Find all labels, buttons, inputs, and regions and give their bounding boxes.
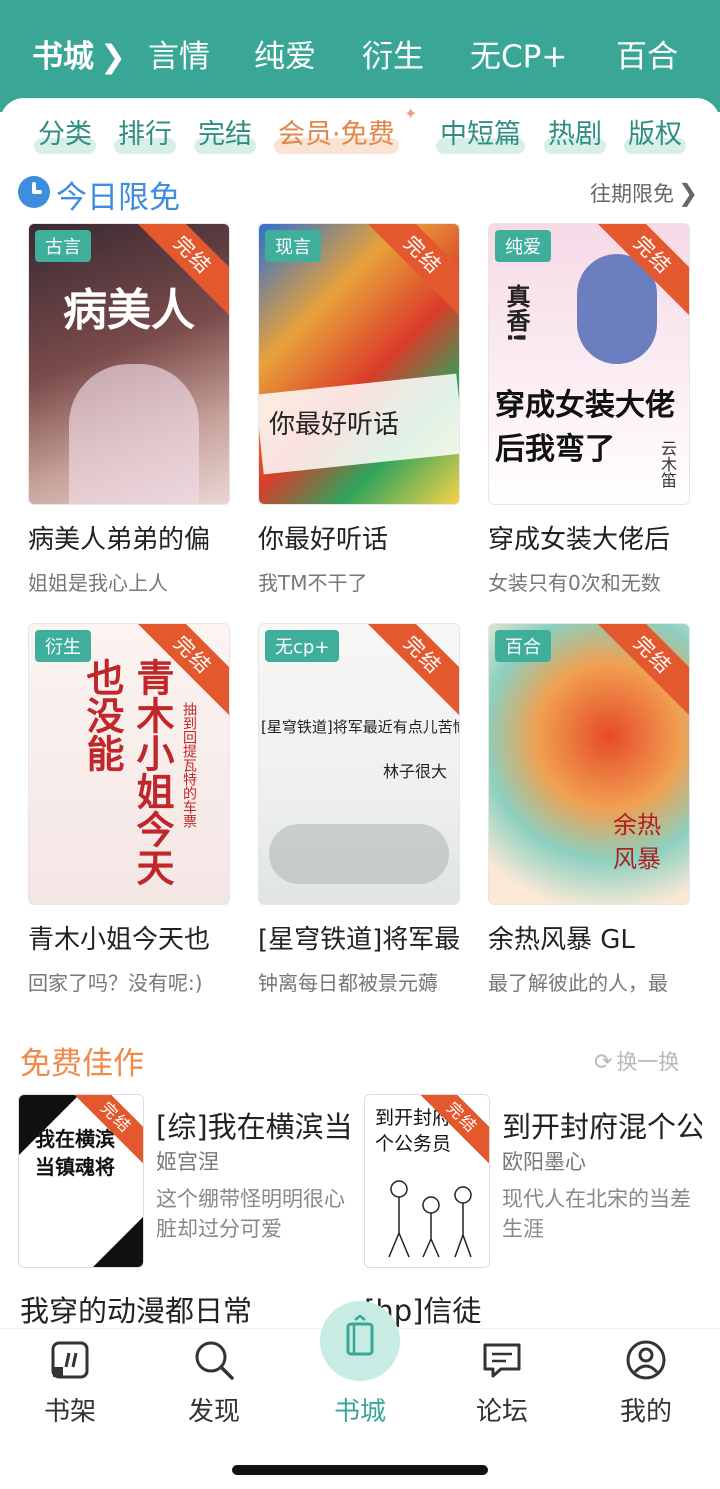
chip-finished[interactable]: 完结 [194, 112, 256, 156]
tab-bookstore[interactable]: 书城 ❯ [32, 31, 126, 76]
book-icon [346, 1315, 374, 1356]
cover-title: 你最好听话 [269, 410, 400, 440]
chevron-right-icon: ❯ [100, 38, 126, 75]
book-cover[interactable]: 衍生 完结 青木小姐今天也没能 抽到回提瓦特的车票 [28, 623, 230, 905]
genre-tag: 古言 [35, 230, 91, 262]
chip-hot-drama[interactable]: 热剧 [544, 112, 606, 156]
section-title-limited-free: 今日限免 [56, 180, 180, 216]
section-title-free-works: 免费佳作 [20, 1046, 144, 1082]
bookshelf-icon [51, 1341, 89, 1379]
book-desc: 回家了吗？没有呢:) [28, 971, 203, 995]
app-page: 书城 ❯ 言情 纯爱 衍生 无CP+ 百合 分类 排行 完结 会员·免费 ✦ 中短… [0, 0, 720, 1489]
nav-label: 书架 [43, 1397, 96, 1427]
book-desc: 钟离每日都被景元薅 [258, 971, 438, 995]
book-card[interactable]: 现言 完结 你最好听话 你最好听话 我TM不干了 [258, 223, 460, 595]
free-book-card[interactable]: 完结 到开封府混个公务员 到开封府混个公 欧阳墨心 现代人在北宋的当差生涯 [364, 1094, 704, 1274]
nav-label: 书城 [333, 1397, 386, 1427]
clock-icon [18, 176, 50, 208]
cover-author: 云木笛 [658, 440, 677, 488]
book-title: [综]我在横滨当 [156, 1110, 353, 1144]
genre-tag: 无cp+ [265, 630, 340, 662]
book-title: 到开封府混个公 [502, 1110, 702, 1144]
nav-bookstore[interactable]: 书城 [310, 1315, 410, 1439]
cover-subtitle: 真香! [502, 284, 530, 343]
refresh-button[interactable]: ⟳ 换一换 [594, 1046, 679, 1076]
main-content: 分类 排行 完结 会员·免费 ✦ 中短篇 热剧 版权 今日限免 往期限免 ❯ 古言… [0, 98, 720, 1338]
book-author: 欧阳墨心 [502, 1150, 586, 1174]
cover-author: 林子很大 [383, 762, 448, 781]
book-desc: 我TM不干了 [258, 571, 368, 595]
tab-romance[interactable]: 言情 [148, 31, 210, 76]
user-icon [626, 1340, 666, 1380]
book-cover[interactable]: 古言 完结 病美人 [28, 223, 230, 505]
book-title[interactable]: 我穿的动漫都日常 [20, 1288, 252, 1330]
book-cover[interactable]: 纯爱 完结 真香! 穿成女装大佬后我弯了 云木笛 [488, 223, 690, 505]
free-book-card[interactable]: 完结 我在横滨当镇魂将 [综]我在横滨当 姬宫涅 这个绷带怪明明很心脏却过分可爱 [18, 1094, 358, 1274]
tab-derivative[interactable]: 衍生 [362, 31, 424, 76]
book-card[interactable]: 古言 完结 病美人 病美人弟弟的偏 姐姐是我心上人 [28, 223, 230, 595]
refresh-icon: ⟳ [594, 1050, 613, 1075]
chip-short[interactable]: 中短篇 [436, 112, 525, 156]
book-desc: 最了解彼此的人，最 [488, 971, 668, 995]
genre-tag: 百合 [495, 630, 551, 662]
book-card[interactable]: 衍生 完结 青木小姐今天也没能 抽到回提瓦特的车票 青木小姐今天也 回家了吗？没… [28, 623, 230, 995]
finished-ribbon: 完结 [591, 624, 689, 717]
book-title: 穿成女装大佬后 [488, 525, 671, 555]
nav-discover[interactable]: 发现 [164, 1329, 264, 1439]
home-indicator [232, 1465, 488, 1475]
book-desc: 女装只有0次和无数 [488, 571, 661, 595]
genre-tag: 现言 [265, 230, 321, 262]
book-title: 你最好听话 [258, 525, 389, 555]
chip-category[interactable]: 分类 [34, 112, 96, 156]
nav-label: 发现 [187, 1397, 240, 1427]
tab-label: 书城 [32, 38, 94, 75]
sparkle-icon: ✦ [404, 104, 418, 123]
bottom-nav-bar: 书架 发现 书城 论坛 我的 [0, 1301, 720, 1489]
cover-subtitle: 抽到回提瓦特的车票 [181, 702, 197, 828]
chip-vip-free[interactable]: 会员·免费 [274, 112, 399, 156]
tab-bl[interactable]: 纯爱 [254, 31, 316, 76]
book-cover[interactable]: 无cp+ 完结 [星穹铁道]将军最近有点儿苦恼 林子很大 [258, 623, 460, 905]
past-free-link[interactable]: 往期限免 ❯ [590, 178, 698, 208]
chip-ranking[interactable]: 排行 [114, 112, 176, 156]
book-title: 余热风暴 GL [488, 925, 635, 955]
book-author: 姬宫涅 [156, 1150, 219, 1174]
nav-bookshelf[interactable]: 书架 [20, 1329, 120, 1439]
book-card[interactable]: 百合 完结 余热风暴 余热风暴 GL 最了解彼此的人，最 [488, 623, 690, 995]
top-header: 书城 ❯ 言情 纯爱 衍生 无CP+ 百合 [0, 0, 720, 112]
book-desc: 这个绷带怪明明很心脏却过分可爱 [156, 1187, 345, 1241]
book-desc: 现代人在北宋的当差生涯 [502, 1187, 691, 1241]
cover-title: [星穹铁道]将军最近有点儿苦恼 [261, 718, 460, 736]
finished-ribbon: 完结 [361, 224, 459, 317]
cover-title: 青木小姐今天也没能 [80, 658, 175, 886]
book-title: 病美人弟弟的偏 [28, 525, 211, 555]
chat-icon [483, 1343, 521, 1378]
book-title: 青木小姐今天也 [28, 925, 211, 955]
channel-tabs: 书城 ❯ 言情 纯爱 衍生 无CP+ 百合 [0, 28, 720, 78]
search-icon [195, 1341, 234, 1380]
nav-forum[interactable]: 论坛 [452, 1329, 552, 1439]
book-desc: 姐姐是我心上人 [28, 571, 168, 595]
book-cover[interactable]: 现言 完结 你最好听话 [258, 223, 460, 505]
tab-gl[interactable]: 百合 [616, 31, 678, 76]
cover-title: 病美人 [63, 285, 195, 336]
book-title: [星穹铁道]将军最 [258, 925, 460, 955]
book-cover[interactable]: 完结 到开封府混个公务员 [364, 1094, 490, 1268]
genre-tag: 衍生 [35, 630, 91, 662]
book-card[interactable]: 无cp+ 完结 [星穹铁道]将军最近有点儿苦恼 林子很大 [星穹铁道]将军最 钟… [258, 623, 460, 995]
book-card[interactable]: 纯爱 完结 真香! 穿成女装大佬后我弯了 云木笛 穿成女装大佬后 女装只有0次和… [488, 223, 690, 595]
stick-figures-illustration [388, 1180, 472, 1258]
book-cover[interactable]: 完结 我在横滨当镇魂将 [18, 1094, 144, 1268]
book-cover[interactable]: 百合 完结 余热风暴 [488, 623, 690, 905]
nav-label: 论坛 [475, 1397, 528, 1427]
genre-tag: 纯爱 [495, 230, 551, 262]
chevron-right-icon: ❯ [678, 179, 699, 207]
tab-no-cp[interactable]: 无CP+ [470, 31, 567, 76]
finished-ribbon: 完结 [361, 624, 459, 717]
nav-label: 我的 [619, 1397, 672, 1427]
category-chips: 分类 排行 完结 会员·免费 ✦ 中短篇 热剧 版权 [0, 104, 720, 156]
chip-copyright[interactable]: 版权 [624, 112, 686, 156]
nav-mine[interactable]: 我的 [596, 1329, 696, 1439]
cover-title: 余热风暴 [613, 811, 661, 873]
